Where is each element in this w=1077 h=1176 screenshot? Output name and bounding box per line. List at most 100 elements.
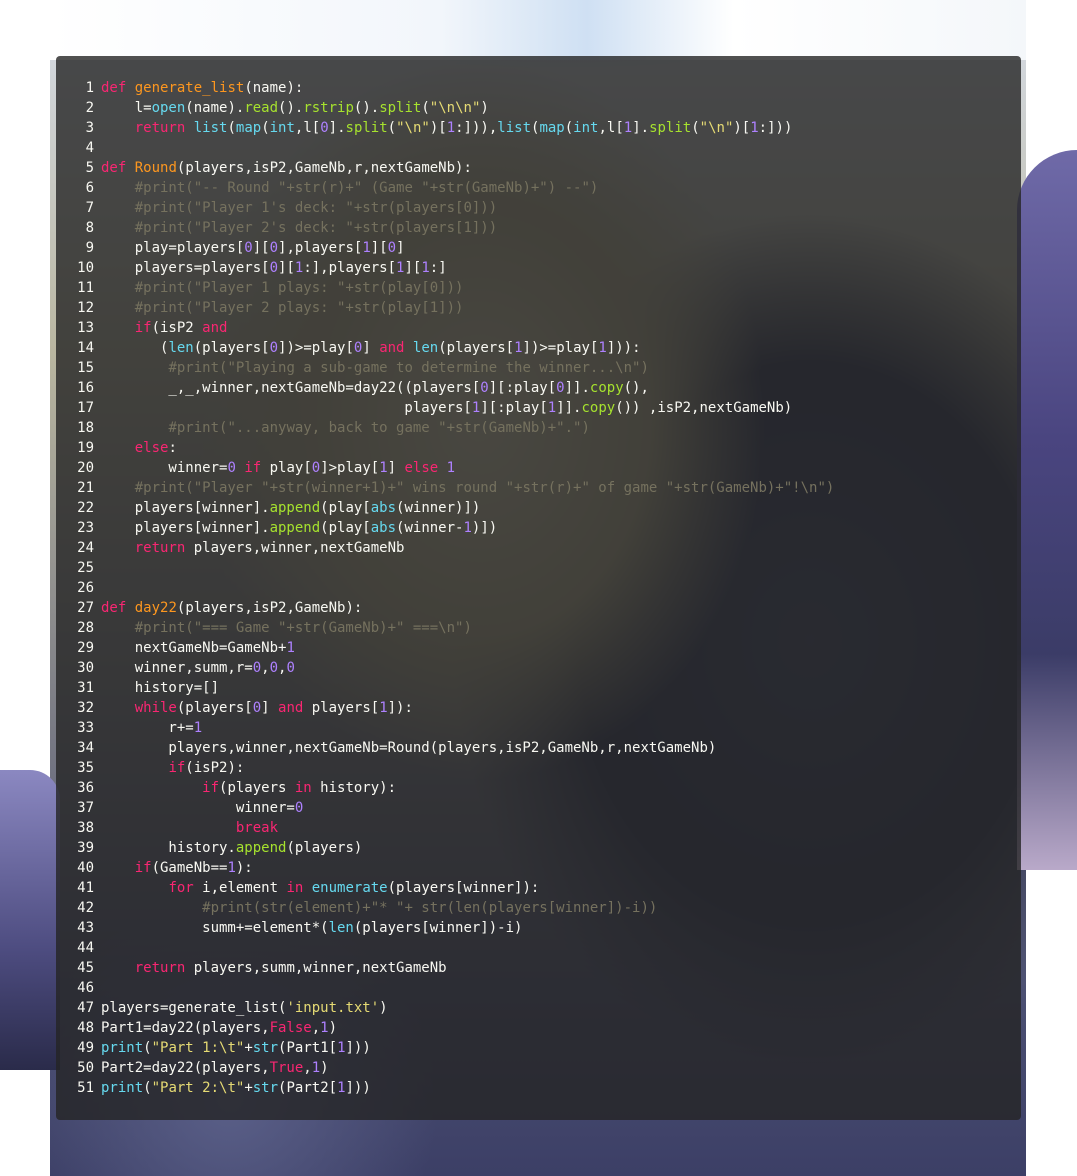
code-token: list (193, 120, 228, 136)
code-token: ])) (345, 1040, 371, 1056)
code-token: copy (589, 380, 624, 396)
line-number: 43 (77, 920, 94, 936)
code-line[interactable]: 50 Part2=day22(players,True,1) (56, 1058, 1021, 1078)
code-line[interactable]: 6 #print("-- Round "+str(r)+" (Game "+st… (56, 178, 1021, 198)
code-line[interactable]: 9 play=players[0][0],players[1][0] (56, 238, 1021, 258)
code-line[interactable]: 17 players[1][:play[1]].copy()) ,isP2,ne… (56, 398, 1021, 418)
code-token: history. (101, 840, 236, 856)
code-line[interactable]: 23 players[winner].append(play[abs(winne… (56, 518, 1021, 538)
code-token: return (134, 120, 186, 136)
code-line[interactable]: 36 if(players in history): (56, 778, 1021, 798)
code-line[interactable]: 7 #print("Player 1's deck: "+str(players… (56, 198, 1021, 218)
code-line[interactable]: 1 def generate_list(name): (56, 78, 1021, 98)
code-line[interactable]: 11 #print("Player 1 plays: "+str(play[0]… (56, 278, 1021, 298)
code-token: 1 (446, 120, 456, 136)
code-token: 1 (623, 120, 633, 136)
code-line[interactable]: 48 Part1=day22(players,False,1) (56, 1018, 1021, 1038)
code-line[interactable]: 46 (56, 978, 1021, 998)
code-line[interactable]: 8 #print("Player 2's deck: "+str(players… (56, 218, 1021, 238)
code-line[interactable]: 38 break (56, 818, 1021, 838)
code-line[interactable]: 22 players[winner].append(play[abs(winne… (56, 498, 1021, 518)
code-line[interactable]: 5 def Round(players,isP2,GameNb,r,nextGam… (56, 158, 1021, 178)
code-line[interactable]: 35 if(isP2): (56, 758, 1021, 778)
code-token: 1 (421, 260, 430, 276)
line-number: 36 (77, 780, 94, 796)
code-line[interactable]: 39 history.append(players) (56, 838, 1021, 858)
code-line[interactable]: 14 (len(players[0])>=play[0] and len(pla… (56, 338, 1021, 358)
code-token: history): (311, 780, 397, 796)
code-line[interactable]: 28 #print("=== Game "+str(GameNb)+" ===\… (56, 618, 1021, 638)
code-token: #print("Player "+str(winner+1)+" wins ro… (134, 480, 835, 496)
code-token: #print("-- Round "+str(r)+" (Game "+str(… (134, 180, 599, 196)
code-token: for (168, 880, 194, 896)
code-line[interactable]: 18 #print("...anyway, back to game "+str… (56, 418, 1021, 438)
line-number: 9 (85, 240, 94, 256)
code-line[interactable]: 31 history=[] (56, 678, 1021, 698)
code-line[interactable]: 40 if(GameNb==1): (56, 858, 1021, 878)
code-line[interactable]: 15 #print("Playing a sub-game to determi… (56, 358, 1021, 378)
code-token: play[ (261, 460, 312, 476)
line-number: 48 (77, 1020, 94, 1036)
code-editor-panel[interactable]: 1 def generate_list(name): 2 l=open(name).… (56, 56, 1021, 1120)
code-token: and (202, 320, 228, 336)
code-line[interactable]: 41 for i,element in enumerate(players[wi… (56, 878, 1021, 898)
code-token: append (269, 500, 321, 516)
code-line[interactable]: 30 winner,summ,r=0,0,0 (56, 658, 1021, 678)
code-line[interactable]: 10 players=players[0][1:],players[1][1:] (56, 258, 1021, 278)
code-line[interactable]: 25 (56, 558, 1021, 578)
code-line[interactable]: 33 r+=1 (56, 718, 1021, 738)
code-line[interactable]: 3 return list(map(int,l[0].split("\n")[1… (56, 118, 1021, 138)
line-number: 26 (77, 580, 94, 596)
code-token: players=players[ (101, 260, 270, 276)
code-line[interactable]: 4 (56, 138, 1021, 158)
code-token: players[winner]. (101, 500, 270, 516)
code-line[interactable]: 47 players=generate_list('input.txt') (56, 998, 1021, 1018)
code-token: ][ (370, 240, 388, 256)
code-line[interactable]: 45 return players,summ,winner,nextGameNb (56, 958, 1021, 978)
code-line[interactable]: 24 return players,winner,nextGameNb (56, 538, 1021, 558)
code-line[interactable]: 29 nextGameNb=GameNb+1 (56, 638, 1021, 658)
code-text: else: (101, 438, 177, 458)
code-token: ])>=play[ (522, 340, 599, 356)
code-token: #print(str(element)+"* "+ str(len(player… (202, 900, 658, 916)
code-text: break (101, 818, 278, 838)
code-token: (winner)]) (396, 500, 481, 516)
code-text: #print("-- Round "+str(r)+" (Game "+str(… (101, 178, 599, 198)
code-text: play=players[0][0],players[1][0] (101, 238, 405, 258)
code-token: )]) (471, 520, 498, 536)
code-text: for i,element in enumerate(players[winne… (101, 878, 539, 898)
code-token: :])) (758, 120, 793, 136)
code-line[interactable]: 20 winner=0 if play[0]>play[1] else 1 (56, 458, 1021, 478)
code-line[interactable]: 16 _,_,winner,nextGameNb=day22((players[… (56, 378, 1021, 398)
code-token: if (202, 780, 220, 796)
code-line[interactable]: 32 while(players[0] and players[1]): (56, 698, 1021, 718)
code-line[interactable]: 27 def day22(players,isP2,GameNb): (56, 598, 1021, 618)
code-token: 1 (193, 720, 203, 736)
line-number: 4 (85, 140, 94, 156)
code-line[interactable]: 19 else: (56, 438, 1021, 458)
code-line[interactable]: 2 l=open(name).read().rstrip().split("\n… (56, 98, 1021, 118)
code-token: 0 (252, 700, 262, 716)
code-token: #print("Player 1's deck: "+str(players[0… (134, 200, 498, 216)
code-line[interactable]: 21 #print("Player "+str(winner+1)+" wins… (56, 478, 1021, 498)
line-number: 1 (85, 80, 94, 96)
code-line[interactable]: 13 if(isP2 and (56, 318, 1021, 338)
code-line[interactable]: 37 winner=0 (56, 798, 1021, 818)
code-line[interactable]: 51 print("Part 2:\t"+str(Part2[1])) (56, 1078, 1021, 1098)
code-line[interactable]: 42 #print(str(element)+"* "+ str(len(pla… (56, 898, 1021, 918)
code-line[interactable]: 44 (56, 938, 1021, 958)
code-token: players[winner]. (101, 520, 270, 536)
code-line[interactable]: 34 players,winner,nextGameNb=Round(playe… (56, 738, 1021, 758)
code-line[interactable]: 26 (56, 578, 1021, 598)
code-line[interactable]: 12 #print("Player 2 plays: "+str(play[1]… (56, 298, 1021, 318)
code-line[interactable]: 49 print("Part 1:\t"+str(Part1[1])) (56, 1038, 1021, 1058)
line-number: 28 (77, 620, 94, 636)
code-line[interactable]: 43 summ+=element*(len(players[winner])-i… (56, 918, 1021, 938)
code-token: ] (261, 700, 279, 716)
code-token: (name). (185, 100, 245, 116)
